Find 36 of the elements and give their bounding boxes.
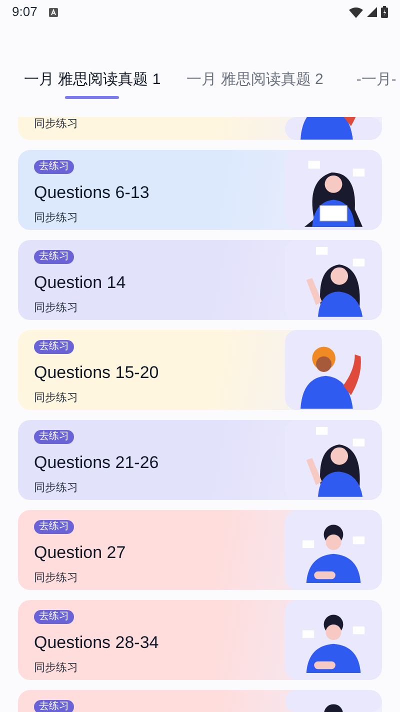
practice-badge: 去练习 <box>34 520 74 534</box>
tab[interactable]: 一月 雅思阅读真题 2 <box>186 70 324 99</box>
card-subtitle: 同步练习 <box>34 481 79 496</box>
card-subtitle: 同步练习 <box>34 391 79 406</box>
card-title: Question 14 <box>34 272 127 294</box>
exercise-card[interactable]: 去练习 Question 27 同步练习 <box>18 510 382 590</box>
practice-badge: 去练习 <box>34 160 74 174</box>
tab[interactable]: -一月- <box>349 70 400 99</box>
card-subtitle: 同步练习 <box>34 571 79 586</box>
practice-badge: 去练习 <box>34 610 74 624</box>
card-subtitle: 同步练习 <box>34 117 79 132</box>
card-title: Questions 15-20 <box>34 362 160 384</box>
battery-icon <box>381 6 388 18</box>
card-title: Question 27 <box>34 542 127 564</box>
card-title: Questions 6-13 <box>34 182 150 204</box>
exercise-card[interactable]: 去练习 Questions 15-20 同步练习 <box>18 330 382 410</box>
exercise-card[interactable]: 去练习 Questions 28-34 同步练习 <box>18 600 382 680</box>
status-time: 9:07 <box>12 3 38 22</box>
wifi-icon <box>349 6 363 18</box>
exercise-card[interactable]: 去练习 Questions 21-26 同步练习 <box>18 420 382 500</box>
exercise-card[interactable]: 去练习 <box>18 690 382 712</box>
card-subtitle: 同步练习 <box>34 211 79 226</box>
card-title: Questions 28-34 <box>34 632 160 654</box>
practice-badge: 去练习 <box>34 700 74 712</box>
signal-icon <box>367 7 377 17</box>
exercise-card[interactable]: 去练习 Question 14 同步练习 <box>18 240 382 320</box>
practice-badge: 去练习 <box>34 340 74 354</box>
exercise-card[interactable]: 同步练习 <box>18 117 382 140</box>
notification-icon <box>49 8 58 16</box>
exercise-card[interactable]: 去练习 Questions 6-13 同步练习 <box>18 150 382 230</box>
card-subtitle: 同步练习 <box>34 301 79 316</box>
practice-badge: 去练习 <box>34 430 74 444</box>
tab[interactable]: 一月 雅思阅读真题 1 <box>24 70 161 99</box>
practice-badge: 去练习 <box>34 250 74 264</box>
card-title: Questions 21-26 <box>34 452 160 474</box>
card-subtitle: 同步练习 <box>34 661 79 676</box>
